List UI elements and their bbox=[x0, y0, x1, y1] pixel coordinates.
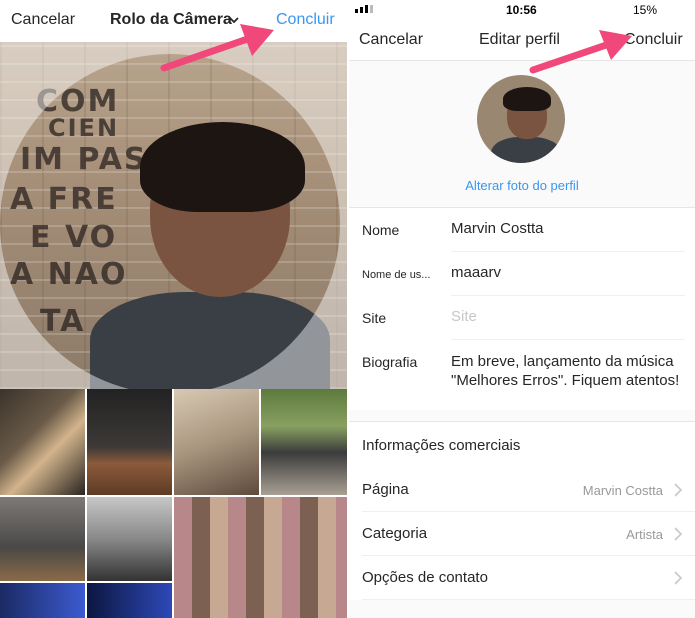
change-photo-link[interactable]: Alterar foto do perfil bbox=[349, 178, 695, 193]
name-field[interactable]: Marvin Costta bbox=[451, 220, 544, 237]
photo-thumbnail[interactable] bbox=[174, 497, 347, 618]
name-label: Nome bbox=[362, 222, 400, 238]
photo-thumbnail[interactable] bbox=[0, 389, 85, 495]
category-label: Categoria bbox=[362, 525, 428, 542]
contact-options-label: Opções de contato bbox=[362, 569, 488, 586]
section-title: Informações comerciais bbox=[362, 437, 521, 454]
chevron-right-icon bbox=[674, 483, 683, 497]
site-label: Site bbox=[362, 310, 387, 326]
crop-circle bbox=[0, 54, 340, 389]
edit-profile-header: Cancelar Editar perfil Concluir bbox=[349, 20, 695, 61]
photo-thumbnail[interactable] bbox=[0, 583, 85, 618]
bio-field[interactable]: Em breve, lançamento da música "Melhores… bbox=[451, 352, 691, 390]
bio-label: Biografia bbox=[362, 354, 418, 370]
site-row: Site Site bbox=[349, 296, 695, 340]
photo-thumbnail[interactable] bbox=[87, 389, 172, 495]
signal-icon bbox=[355, 5, 373, 13]
edit-profile-screen: 10:56 15% Cancelar Editar perfil Conclui… bbox=[349, 0, 695, 618]
category-row[interactable]: Categoria Artista bbox=[349, 512, 695, 556]
contact-options-row[interactable]: Opções de contato bbox=[349, 556, 695, 600]
cancel-button[interactable]: Cancelar bbox=[11, 11, 75, 29]
cancel-button[interactable]: Cancelar bbox=[359, 31, 423, 49]
profile-form: Nome Marvin Costta Nome de us... maaarv … bbox=[349, 208, 695, 410]
photo-thumbnail[interactable] bbox=[0, 497, 85, 581]
page-value: Marvin Costta bbox=[582, 483, 663, 498]
photo-preview[interactable]: COM CIEN IM PAS A FRE E VO A NAO TA bbox=[0, 42, 347, 389]
photo-grid bbox=[0, 389, 347, 618]
profile-photo-section: Alterar foto do perfil bbox=[349, 61, 695, 208]
photo-thumbnail[interactable] bbox=[261, 389, 347, 495]
bio-row: Biografia Em breve, lançamento da música… bbox=[349, 340, 695, 410]
username-label: Nome de us... bbox=[362, 269, 431, 281]
page-row[interactable]: Página Marvin Costta bbox=[349, 468, 695, 512]
done-button[interactable]: Concluir bbox=[276, 11, 335, 29]
camera-roll-screen: Cancelar Rolo da Câmera Concluir COM CIE… bbox=[0, 0, 347, 618]
category-value: Artista bbox=[626, 527, 663, 542]
photo-thumbnail[interactable] bbox=[87, 583, 172, 618]
status-bar: 10:56 15% bbox=[349, 0, 695, 20]
username-field[interactable]: maaarv bbox=[451, 264, 501, 281]
business-section-header: Informações comerciais bbox=[349, 421, 695, 468]
pointer-arrow-icon bbox=[529, 30, 632, 74]
clock: 10:56 bbox=[506, 3, 537, 17]
photo-thumbnail[interactable] bbox=[174, 389, 259, 495]
site-field[interactable]: Site bbox=[451, 308, 477, 325]
photo-thumbnail[interactable] bbox=[87, 497, 172, 581]
chevron-right-icon bbox=[674, 571, 683, 585]
battery-level: 15% bbox=[633, 3, 658, 17]
chevron-right-icon bbox=[674, 527, 683, 541]
pointer-arrow-icon bbox=[160, 24, 274, 72]
page-label: Página bbox=[362, 481, 409, 498]
name-row: Nome Marvin Costta bbox=[349, 208, 695, 252]
avatar[interactable] bbox=[477, 75, 565, 163]
username-row: Nome de us... maaarv bbox=[349, 252, 695, 296]
